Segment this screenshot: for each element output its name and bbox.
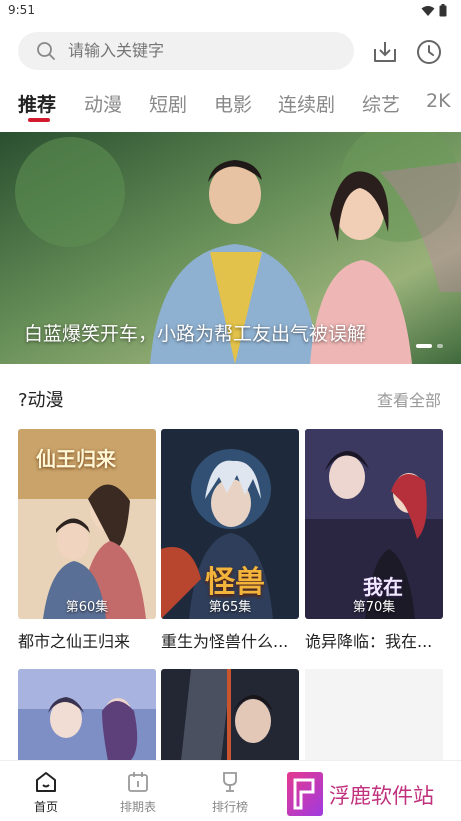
status-time: 9:51 [8,3,35,17]
banner-dot [437,344,443,348]
wifi-icon [421,5,435,16]
tab-recommend[interactable]: 推荐 [18,90,56,117]
episode-label: 第65集 [208,600,252,615]
banner-pagination [416,344,443,348]
poster-image: 我在 第70集 [305,429,443,619]
tab-indicator [28,118,50,122]
nav-home[interactable]: 首页 [16,769,76,815]
search-icon [37,42,55,60]
tab-movie[interactable]: 电影 [214,90,252,117]
watermark-text: 浮鹿软件站 [329,784,434,808]
site-watermark: 浮鹿软件站 [287,772,457,816]
card-title: 重生为怪兽什么... [161,632,289,651]
nav-label: 排行榜 [211,800,248,814]
category-tabs: 推荐 动漫 短剧 电影 连续剧 综艺 2K [0,88,461,124]
poster-image: 仙王归来 第60集 [18,429,156,619]
search-box[interactable] [18,32,354,70]
nav-label: 首页 [33,800,58,814]
section-header: ?动漫 查看全部 [0,384,461,414]
tab-anime[interactable]: 动漫 [84,90,122,117]
nav-label: 排期表 [119,800,156,814]
card-title: 都市之仙王归来 [18,632,131,651]
banner-dot-active [416,344,432,348]
poster-title-art: 怪兽 [205,565,265,600]
search-row [0,32,461,72]
calendar-icon [128,772,148,792]
home-icon [36,772,56,792]
trophy-icon [223,772,237,792]
tab-2k[interactable]: 2K [426,90,451,112]
anime-card-poster[interactable] [161,669,299,761]
watermark-logo [287,772,323,816]
search-input[interactable] [68,41,338,60]
card-title: 诡异降临：我在... [305,632,433,651]
episode-label: 第70集 [352,600,396,615]
card-placeholder [305,669,443,761]
episode-label: 第60集 [65,600,109,615]
hero-banner[interactable]: 白蓝爆笑开车，小路为帮工友出气被误解 [0,132,461,364]
history-icon[interactable] [415,38,443,66]
status-icons [421,4,447,17]
tab-series[interactable]: 连续剧 [278,90,335,117]
section-title: ?动漫 [18,390,64,411]
banner-caption: 白蓝爆笑开车，小路为帮工友出气被误解 [24,323,367,345]
tab-variety[interactable]: 综艺 [362,90,400,117]
nav-ranking[interactable]: 排行榜 [200,769,260,815]
download-icon[interactable] [371,38,399,66]
anime-card-poster[interactable] [18,669,156,761]
poster-title-art: 仙王归来 [36,447,116,471]
tab-short-drama[interactable]: 短剧 [149,90,187,117]
battery-icon [439,4,447,17]
view-all-link[interactable]: 查看全部 [377,387,441,411]
status-bar: 9:51 [0,0,461,22]
nav-schedule[interactable]: 排期表 [108,769,168,815]
poster-image: 怪兽 第65集 [161,429,299,619]
